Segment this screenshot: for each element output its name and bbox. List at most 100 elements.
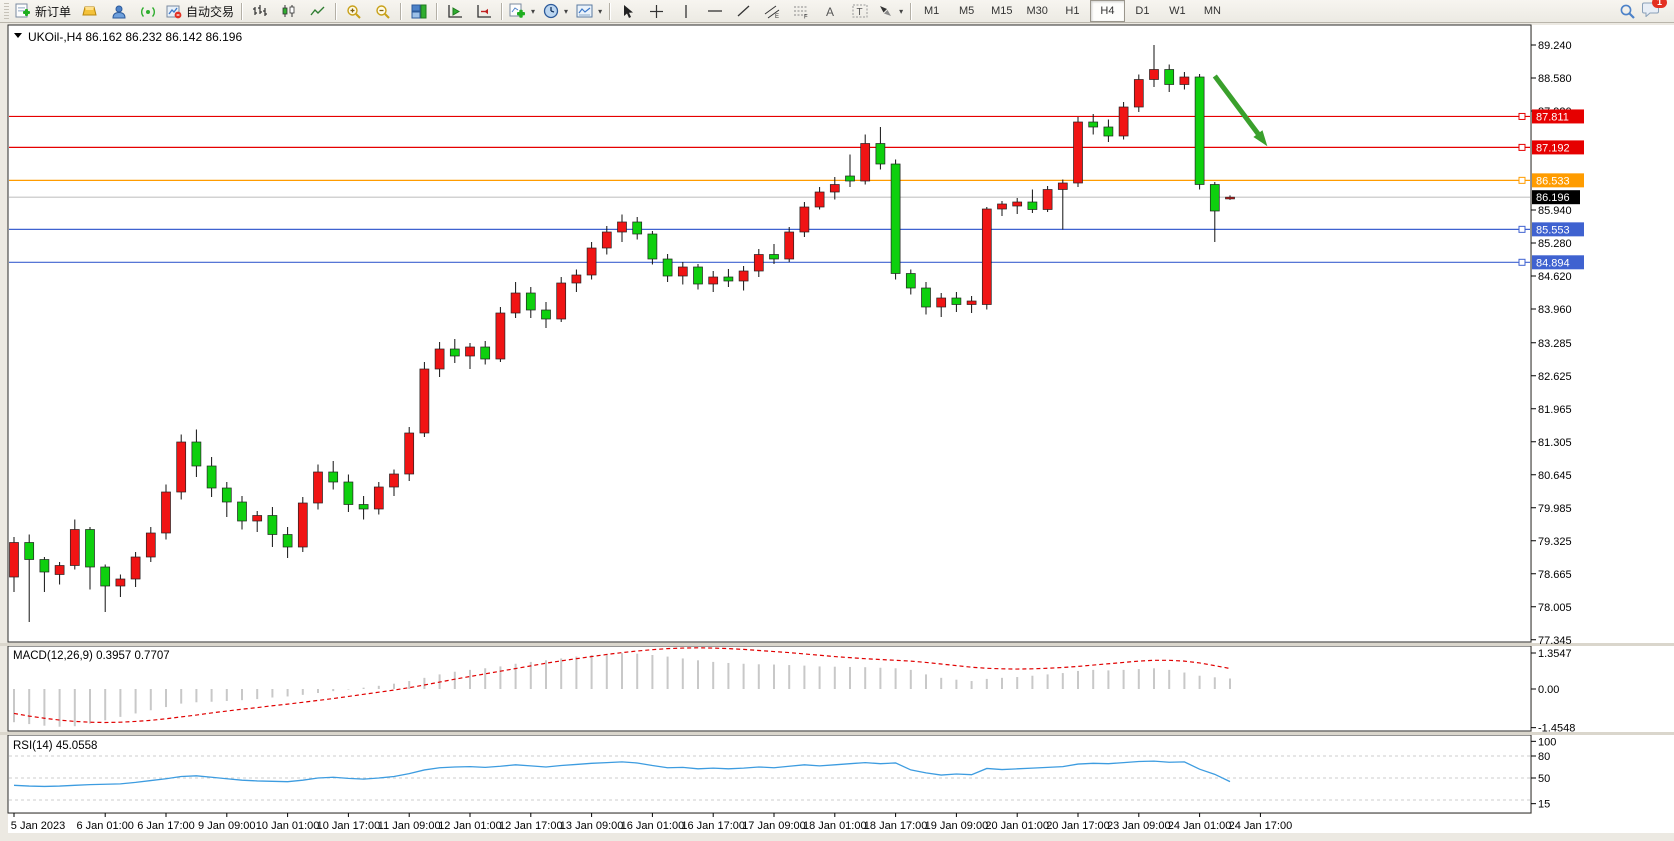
text-button[interactable]: A	[816, 0, 845, 22]
candlestick-chart-button[interactable]	[274, 0, 303, 22]
new-order-button[interactable]: 新订单	[11, 0, 75, 22]
trendline-button[interactable]	[729, 0, 758, 22]
fibonacci-button[interactable]: F	[787, 0, 816, 22]
time-tick-label: 16 Jan 01:00	[621, 820, 685, 832]
candle	[1134, 75, 1143, 113]
candle-body-bear	[906, 274, 915, 289]
zoom-out-button[interactable]	[368, 0, 397, 22]
tab-timeframe-W1[interactable]: W1	[1160, 0, 1195, 22]
candle-body-bear	[1089, 122, 1098, 127]
gold-bar-icon	[82, 4, 98, 18]
search-button[interactable]	[1613, 0, 1642, 22]
new-order-label: 新订单	[35, 3, 71, 20]
community-button[interactable]	[104, 0, 133, 22]
level-price-label-text: 85.553	[1536, 224, 1570, 236]
new-order-icon	[15, 3, 31, 19]
candle-body-bear	[344, 482, 353, 505]
chart-shift-button[interactable]	[469, 0, 498, 22]
line-end-marker[interactable]	[1519, 226, 1525, 232]
tile-windows-button[interactable]	[404, 0, 433, 22]
candle-body-bear	[40, 560, 49, 573]
arrows-button[interactable]: ▾	[874, 0, 907, 22]
tile-windows-icon	[411, 4, 427, 19]
text-label-icon: T	[852, 4, 868, 18]
candle-body-bull	[678, 267, 687, 276]
signals-button[interactable]	[133, 0, 162, 22]
bar-chart-button[interactable]	[245, 0, 274, 22]
tab-timeframe-M5[interactable]: M5	[949, 0, 984, 22]
macd-axis-label: 0.00	[1538, 684, 1559, 696]
equidistant-channel-button[interactable]: E	[758, 0, 787, 22]
tab-timeframe-MN[interactable]: MN	[1195, 0, 1230, 22]
indicators-button[interactable]: ▾	[505, 0, 539, 22]
arrows-dropdown-arrow[interactable]: ▾	[899, 7, 903, 16]
candle	[298, 497, 307, 552]
vertical-line-button[interactable]	[671, 0, 700, 22]
candle-body-bull	[435, 349, 444, 369]
line-end-marker[interactable]	[1519, 113, 1525, 119]
auto-scroll-button[interactable]	[440, 0, 469, 22]
tab-timeframe-H4[interactable]: H4	[1090, 0, 1125, 22]
templates-button[interactable]: ▾	[572, 0, 606, 22]
candle-body-bear	[207, 466, 216, 488]
search-icon	[1619, 3, 1636, 19]
periods-dropdown-arrow[interactable]: ▾	[564, 7, 568, 16]
candle-body-bear	[283, 535, 292, 548]
text-label-button[interactable]: T	[845, 0, 874, 22]
objects-group: E F A T ▾	[613, 0, 907, 22]
panel-splitter[interactable]	[0, 732, 1674, 735]
toolbar-drag-handle[interactable]	[4, 3, 9, 19]
tab-timeframe-M15[interactable]: M15	[984, 0, 1019, 22]
candle-body-bull	[754, 255, 763, 272]
auto-trading-button[interactable]: 自动交易	[162, 0, 238, 22]
mt4-window: 新订单 自动交易	[0, 0, 1674, 841]
line-chart-button[interactable]	[303, 0, 332, 22]
indicators-dropdown-arrow[interactable]: ▾	[531, 7, 535, 16]
candle	[177, 435, 186, 500]
candle-body-bull	[511, 293, 520, 313]
tab-timeframe-M30[interactable]: M30	[1020, 0, 1055, 22]
candle-body-bull	[602, 232, 611, 248]
candle-body-bull	[298, 503, 307, 547]
candle-body-bull	[998, 204, 1007, 209]
time-tick-label: 16 Jan 17:00	[681, 820, 745, 832]
line-end-marker[interactable]	[1519, 144, 1525, 150]
cursor-button[interactable]	[613, 0, 642, 22]
crosshair-button[interactable]	[642, 0, 671, 22]
candle-body-bull	[937, 298, 946, 307]
zoom-group	[339, 0, 397, 22]
price-tick-label: 88.580	[1538, 73, 1572, 85]
time-tick-label: 5 Jan 2023	[11, 820, 65, 832]
candle	[1074, 117, 1083, 187]
tab-timeframe-M1[interactable]: M1	[914, 0, 949, 22]
candle	[496, 307, 505, 362]
notifications-button[interactable]: 1	[1642, 1, 1660, 22]
line-end-marker[interactable]	[1519, 177, 1525, 183]
tab-timeframe-D1[interactable]: D1	[1125, 0, 1160, 22]
candle	[1043, 186, 1052, 212]
current-price-label-text: 86.196	[1536, 192, 1570, 204]
candle-body-bear	[1210, 185, 1219, 212]
arrow-objects-icon	[878, 4, 894, 18]
periods-button[interactable]: ▾	[539, 0, 572, 22]
chart-area[interactable]: 89.24088.58087.92085.94085.28084.62083.9…	[0, 0, 1674, 841]
panel-splitter[interactable]	[0, 643, 1674, 646]
candle-body-bear	[846, 176, 855, 181]
candle-body-bull	[496, 313, 505, 359]
candle-body-bull	[1043, 190, 1052, 210]
history-center-button[interactable]	[75, 0, 104, 22]
horizontal-line-button[interactable]	[700, 0, 729, 22]
toolbar: 新订单 自动交易	[0, 0, 1674, 23]
templates-dropdown-arrow[interactable]: ▾	[598, 7, 602, 16]
candle-body-bull	[1013, 202, 1022, 206]
candle-body-bear	[1104, 127, 1113, 136]
tab-timeframe-H1[interactable]: H1	[1055, 0, 1090, 22]
line-end-marker[interactable]	[1519, 259, 1525, 265]
zoom-in-button[interactable]	[339, 0, 368, 22]
crosshair-icon	[649, 4, 664, 19]
candle	[800, 202, 809, 237]
candle-body-bull	[800, 207, 809, 232]
main-panel	[8, 25, 1531, 642]
candle-body-bull	[709, 277, 718, 284]
rsi-axis-label: 50	[1538, 773, 1550, 785]
